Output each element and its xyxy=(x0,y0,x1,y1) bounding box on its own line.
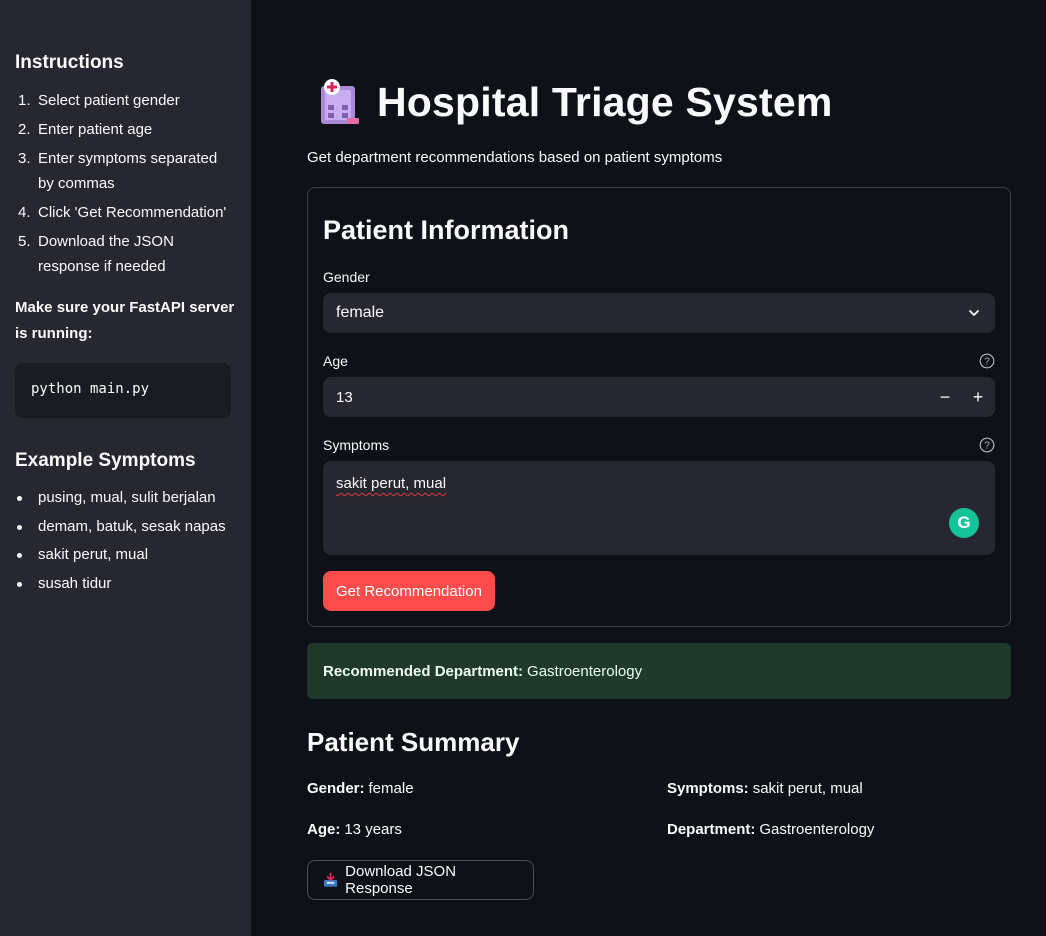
hospital-icon xyxy=(321,79,359,124)
instructions-heading: Instructions xyxy=(15,52,124,73)
age-input[interactable]: 13 − + xyxy=(323,377,995,417)
gender-label: Gender xyxy=(323,269,370,285)
age-decrement-button[interactable]: − xyxy=(929,377,961,417)
patient-form: Patient Information Gender female Age ? … xyxy=(307,187,1011,627)
symptoms-textarea[interactable]: sakit perut, mual G xyxy=(323,461,995,555)
summary-age: Age: 13 years xyxy=(307,821,402,838)
instruction-step: 1. Select patient gender xyxy=(18,92,180,109)
get-recommendation-button[interactable]: Get Recommendation xyxy=(323,571,495,611)
download-json-button[interactable]: Download JSON Response xyxy=(307,860,534,900)
sidebar: Instructions 1. Select patient gender 2. E… xyxy=(0,0,251,936)
instruction-step: 4. Click 'Get Recommendation' xyxy=(18,204,227,221)
recommendation-alert: Recommended Department: Gastroenterology xyxy=(307,643,1011,699)
recommendation-value: Gastroenterology xyxy=(527,662,643,680)
gender-select[interactable]: female xyxy=(323,293,995,333)
help-icon[interactable]: ? xyxy=(979,353,995,369)
code-block[interactable]: python main.py xyxy=(15,363,231,418)
help-icon[interactable]: ? xyxy=(979,437,995,453)
page-title: Hospital Triage System xyxy=(377,78,833,125)
age-increment-button[interactable]: + xyxy=(962,377,994,417)
summary-gender: Gender: female xyxy=(307,780,414,797)
summary-symptoms: Symptoms: sakit perut, mual xyxy=(667,780,863,797)
example-item: pusing, mual, sulit berjalan xyxy=(15,488,236,508)
grammarly-icon[interactable]: G xyxy=(949,508,979,538)
form-title: Patient Information xyxy=(323,215,570,245)
recommendation-label: Recommended Department: xyxy=(323,662,524,680)
title-row: Hospital Triage System xyxy=(317,78,833,126)
example-item: susah tidur xyxy=(15,574,236,594)
symptoms-label: Symptoms xyxy=(323,437,390,453)
summary-department: Department: Gastroenterology xyxy=(667,821,875,838)
page-subtitle: Get department recommendations based on … xyxy=(307,149,723,166)
download-label: Download JSON Response xyxy=(345,863,457,897)
instruction-step: 3. Enter symptoms separated by commas xyxy=(18,150,218,192)
chevron-down-icon xyxy=(969,310,979,316)
server-note: Make sure your FastAPI server is running… xyxy=(15,299,235,342)
example-item: demam, batuk, sesak napas xyxy=(15,517,236,537)
instruction-step: 2. Enter patient age xyxy=(18,121,153,138)
examples-list: pusing, mual, sulit berjalan demam, batu… xyxy=(15,488,236,594)
svg-text:?: ? xyxy=(984,357,990,368)
gender-value: female xyxy=(336,304,385,321)
svg-text:?: ? xyxy=(984,441,990,452)
age-label: Age xyxy=(323,353,348,369)
instructions-list: 1. Select patient gender 2. Enter patient … xyxy=(15,88,236,279)
examples-heading: Example Symptoms xyxy=(15,450,196,471)
symptoms-value: sakit perut, mual xyxy=(336,475,447,492)
inbox-tray-icon xyxy=(323,872,338,887)
example-item: sakit perut, mual xyxy=(15,545,236,565)
age-value: 13 xyxy=(336,388,353,406)
instruction-step: 5. Download the JSON response if needed xyxy=(18,233,174,275)
summary-title: Patient Summary xyxy=(307,727,520,757)
